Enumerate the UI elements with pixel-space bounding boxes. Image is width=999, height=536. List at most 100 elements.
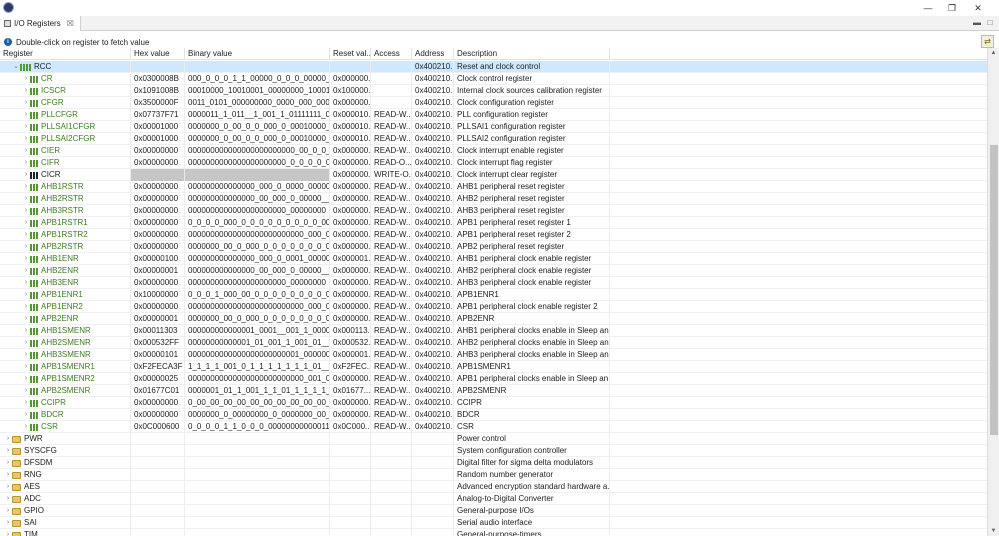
- column-header-hex-value[interactable]: Hex value: [131, 48, 185, 60]
- register-row[interactable]: › AHB1RSTR 0x00000000 000000000000000_000_0…: [0, 181, 987, 193]
- column-header-access[interactable]: Access: [371, 48, 412, 60]
- close-tab-icon[interactable]: ☒: [67, 19, 74, 28]
- peripheral-row[interactable]: › SAI Serial audio interface: [0, 517, 987, 529]
- expand-chevron-icon[interactable]: ›: [22, 169, 30, 181]
- expand-chevron-icon[interactable]: ›: [4, 529, 12, 536]
- expand-chevron-icon[interactable]: ›: [22, 325, 30, 337]
- expand-chevron-icon[interactable]: ›: [22, 385, 30, 397]
- expand-chevron-icon[interactable]: ›: [4, 505, 12, 517]
- register-row[interactable]: › AHB3RSTR 0x00000000 000000000000000000000…: [0, 205, 987, 217]
- expand-chevron-icon[interactable]: ›: [22, 85, 30, 97]
- expand-chevron-icon[interactable]: ›: [22, 409, 30, 421]
- restore-window-button[interactable]: ❐: [941, 1, 963, 15]
- register-row[interactable]: › CCIPR 0x00000000 0_00_00_00_00_00_00_00_0…: [0, 397, 987, 409]
- expand-chevron-icon[interactable]: ›: [22, 241, 30, 253]
- register-row[interactable]: › APB1ENR1 0x10000000 0_0_0_1_000_00_0_0_0_…: [0, 289, 987, 301]
- expand-chevron-icon[interactable]: ›: [22, 265, 30, 277]
- register-row[interactable]: › AHB1SMENR 0x00011303 000000000000001_0001…: [0, 325, 987, 337]
- expand-chevron-icon[interactable]: ›: [22, 73, 30, 85]
- register-row[interactable]: › CSR 0x0C000600 0_0_0_0_1_1_0_0_0_00000000…: [0, 421, 987, 433]
- register-row[interactable]: › AHB2ENR 0x00000001 000000000000000_00_000…: [0, 265, 987, 277]
- register-row[interactable]: › PLLSAI2CFGR 0x00001000 0000000_0_00_0_0_0…: [0, 133, 987, 145]
- expand-chevron-icon[interactable]: ›: [22, 181, 30, 193]
- expand-chevron-icon[interactable]: ›: [22, 205, 30, 217]
- register-row[interactable]: › AHB3ENR 0x00000000 0000000000000000000000…: [0, 277, 987, 289]
- expand-chevron-icon[interactable]: ›: [4, 517, 12, 529]
- peripheral-row[interactable]: › TIM General-purpose-timers: [0, 529, 987, 536]
- expand-chevron-icon[interactable]: ›: [22, 361, 30, 373]
- expand-chevron-icon[interactable]: ›: [22, 109, 30, 121]
- scroll-up-icon[interactable]: ▲: [988, 48, 999, 58]
- register-row[interactable]: › APB1ENR2 0x00000000 000000000000000000000…: [0, 301, 987, 313]
- column-header-register[interactable]: Register: [0, 48, 131, 60]
- expand-chevron-icon[interactable]: ›: [22, 397, 30, 409]
- expand-chevron-icon[interactable]: ›: [22, 253, 30, 265]
- collapse-chevron-icon[interactable]: ⌄: [12, 61, 20, 73]
- expand-chevron-icon[interactable]: ›: [4, 433, 12, 445]
- expand-chevron-icon[interactable]: ›: [22, 157, 30, 169]
- vertical-scrollbar[interactable]: ▲ ▼: [987, 48, 999, 536]
- expand-chevron-icon[interactable]: ›: [22, 313, 30, 325]
- expand-chevron-icon[interactable]: ›: [22, 193, 30, 205]
- expand-chevron-icon[interactable]: ›: [4, 457, 12, 469]
- register-row[interactable]: › CR 0x0300008B 000_0_0_0_1_1_00000_0_0_0_0…: [0, 73, 987, 85]
- column-header-binary-value[interactable]: Binary value: [185, 48, 330, 60]
- peripheral-row[interactable]: › ADC Analog-to-Digital Converter: [0, 493, 987, 505]
- register-row[interactable]: › APB2RSTR 0x00000000 0000000_00_0_000_0_0_…: [0, 241, 987, 253]
- expand-chevron-icon[interactable]: ›: [4, 493, 12, 505]
- register-row[interactable]: › ICSCR 0x1091008B 00010000_10010001_000000…: [0, 85, 987, 97]
- register-row[interactable]: › CFGR 0x3500000F 0011_0101_000000000_0000_…: [0, 97, 987, 109]
- expand-chevron-icon[interactable]: ›: [22, 373, 30, 385]
- expand-chevron-icon[interactable]: ›: [22, 217, 30, 229]
- expand-chevron-icon[interactable]: ›: [4, 481, 12, 493]
- expand-chevron-icon[interactable]: ›: [22, 337, 30, 349]
- tab-io-registers[interactable]: I/O Registers ☒: [0, 16, 81, 31]
- register-row[interactable]: › AHB3SMENR 0x00000101 00000000000000000000…: [0, 349, 987, 361]
- expand-chevron-icon[interactable]: ›: [22, 145, 30, 157]
- register-row[interactable]: › AHB1ENR 0x00000100 000000000000000_000_0_…: [0, 253, 987, 265]
- register-row[interactable]: › CIER 0x00000000 000000000000000000000000_…: [0, 145, 987, 157]
- register-row[interactable]: › APB1RSTR1 0x00000000 0_0_0_0_000_0_0_0_0_…: [0, 217, 987, 229]
- peripheral-row[interactable]: › SYSCFG System configuration controller: [0, 445, 987, 457]
- peripheral-row[interactable]: › DFSDM Digital filter for sigma delta mod…: [0, 457, 987, 469]
- register-row[interactable]: › AHB2SMENR 0x000532FF 00000000000001_01_00…: [0, 337, 987, 349]
- register-row[interactable]: › BDCR 0x00000000 0000000_0_00000000_0_0000…: [0, 409, 987, 421]
- expand-chevron-icon[interactable]: ›: [22, 97, 30, 109]
- register-row[interactable]: › APB1RSTR2 0x00000000 00000000000000000000…: [0, 229, 987, 241]
- scrollbar-thumb[interactable]: [990, 145, 998, 435]
- column-header-address[interactable]: Address: [412, 48, 454, 60]
- expand-chevron-icon[interactable]: ›: [22, 421, 30, 433]
- expand-chevron-icon[interactable]: ›: [4, 445, 12, 457]
- register-row[interactable]: › AHB2RSTR 0x00000000 000000000000000_00_00…: [0, 193, 987, 205]
- minimize-window-button[interactable]: —: [917, 1, 939, 15]
- close-window-button[interactable]: ✕: [967, 1, 989, 15]
- expand-chevron-icon[interactable]: ›: [22, 277, 30, 289]
- peripheral-row[interactable]: › RNG Random number generator: [0, 469, 987, 481]
- maximize-view-button[interactable]: □: [984, 17, 996, 29]
- register-row[interactable]: › APB2ENR 0x00000001 0000000_00_0_000_0_0_0…: [0, 313, 987, 325]
- register-row[interactable]: › PLLCFGR 0x07737F71 0000011_1_011__1_001_1…: [0, 109, 987, 121]
- expand-chevron-icon[interactable]: ›: [22, 349, 30, 361]
- column-header-description[interactable]: Description: [454, 48, 610, 60]
- expand-chevron-icon[interactable]: ›: [22, 229, 30, 241]
- peripheral-row[interactable]: › AES Advanced encryption standard hardwar…: [0, 481, 987, 493]
- register-row[interactable]: › CICR 0x000000... WRITE-O... 0x400210... Clo…: [0, 169, 987, 181]
- expand-chevron-icon[interactable]: ›: [22, 133, 30, 145]
- expand-chevron-icon[interactable]: ›: [22, 121, 30, 133]
- register-row[interactable]: › APB2SMENR 0x01677C01 0000001_01_1_001_1_1…: [0, 385, 987, 397]
- expand-chevron-icon[interactable]: ›: [22, 301, 30, 313]
- peripheral-row[interactable]: › GPIO General-purpose I/Os: [0, 505, 987, 517]
- peripheral-row[interactable]: › PWR Power control: [0, 433, 987, 445]
- expand-chevron-icon[interactable]: ›: [22, 289, 30, 301]
- column-header-reset-value[interactable]: Reset val...: [330, 48, 371, 60]
- register-row[interactable]: › APB1SMENR1 0xF2FECA3F 1_1_1_1_001_0_1_1_1…: [0, 361, 987, 373]
- description-cell: AHB2 peripheral reset register: [454, 193, 610, 205]
- refresh-registers-icon[interactable]: ⇄: [981, 35, 994, 48]
- register-row[interactable]: › APB1SMENR2 0x00000025 0000000000000000000…: [0, 373, 987, 385]
- register-row[interactable]: › CIFR 0x00000000 0000000000000000000000_0_…: [0, 157, 987, 169]
- register-row[interactable]: › PLLSAI1CFGR 0x00001000 0000000_0_00_0_0_0…: [0, 121, 987, 133]
- scroll-down-icon[interactable]: ▼: [988, 526, 999, 536]
- expand-chevron-icon[interactable]: ›: [4, 469, 12, 481]
- peripheral-row[interactable]: ⌄ RCC 0x400210... Reset and clock control: [0, 61, 987, 73]
- minimize-view-button[interactable]: ▬: [971, 17, 983, 29]
